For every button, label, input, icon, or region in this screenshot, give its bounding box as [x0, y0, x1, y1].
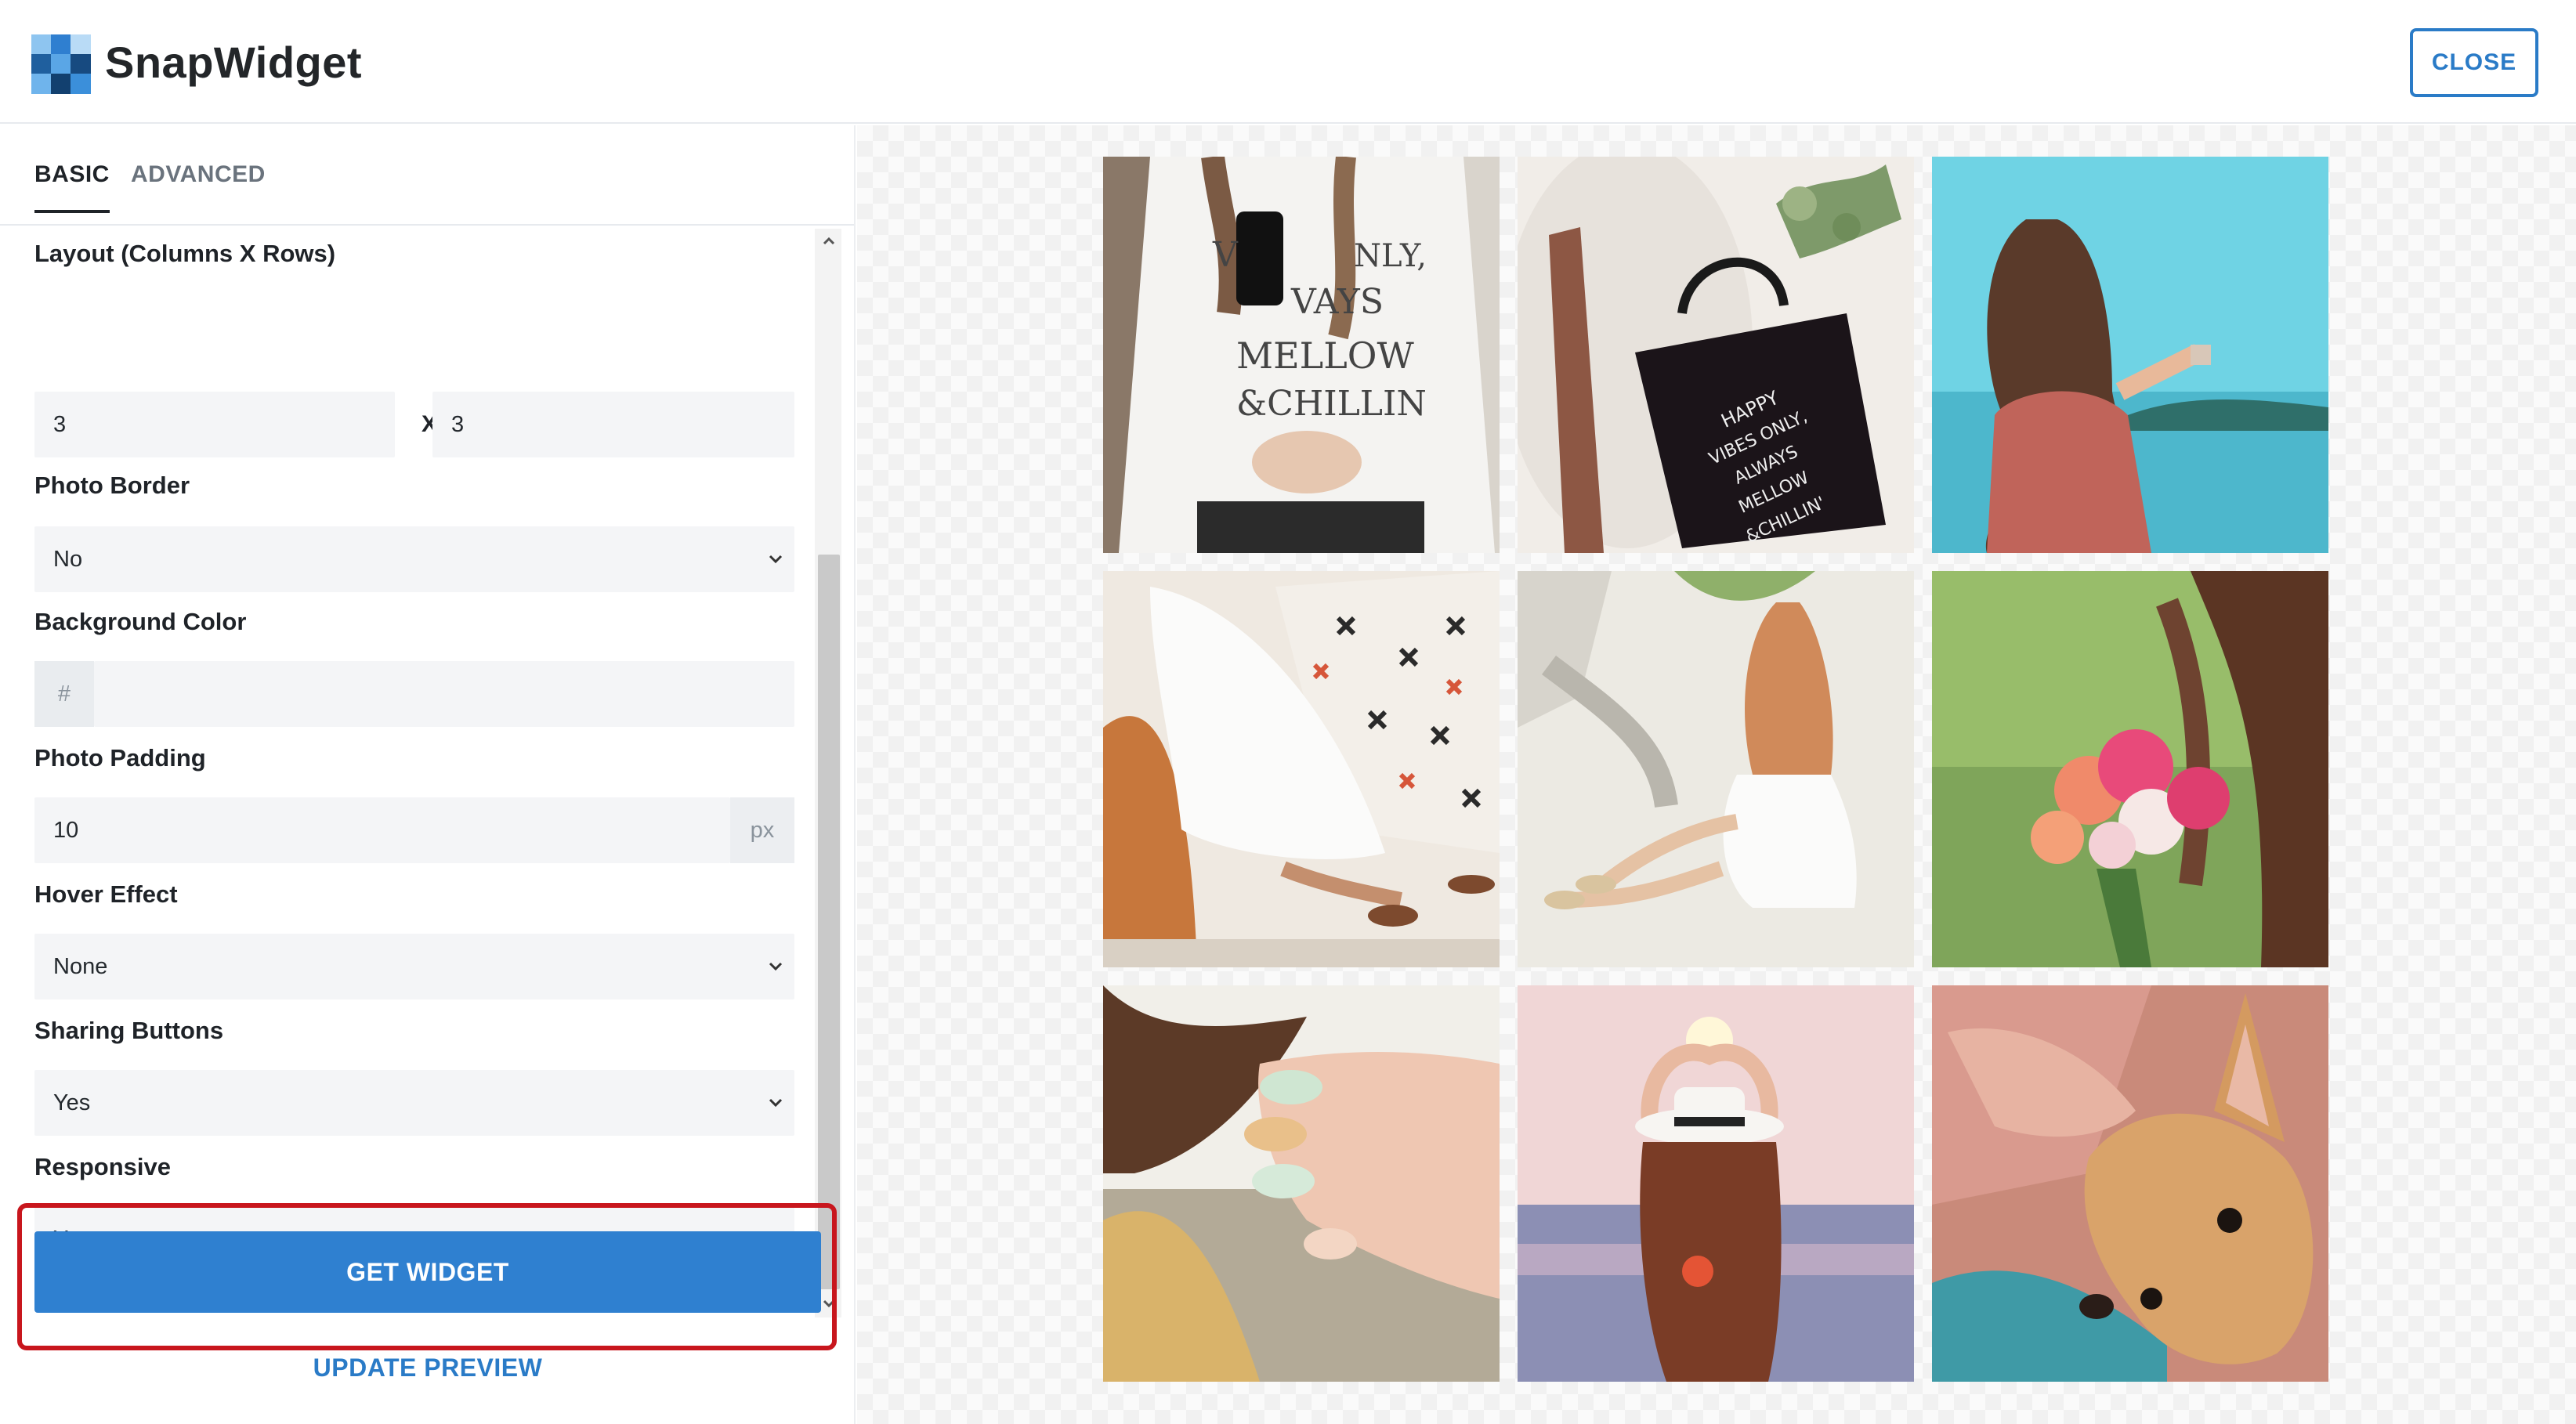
sharing-buttons-label: Sharing Buttons — [34, 1017, 224, 1044]
update-preview-link[interactable]: UPDATE PREVIEW — [34, 1354, 821, 1382]
photo-border-label: Photo Border — [34, 472, 190, 499]
form-scrollbar-thumb[interactable] — [818, 555, 840, 1289]
svg-text:VAYS: VAYS — [1290, 282, 1384, 322]
photo-4[interactable] — [1103, 571, 1500, 967]
photo-beach-sitting-image — [1518, 571, 1914, 967]
photo-1[interactable]: V NLY, VAYS MELLOW &CHILLIN — [1103, 157, 1500, 553]
responsive-label: Responsive — [34, 1153, 172, 1180]
layout-label: Layout (Columns X Rows) — [34, 240, 336, 267]
hover-effect-label: Hover Effect — [34, 880, 178, 908]
photo-padding-input[interactable]: 10 — [34, 797, 730, 863]
scroll-up-icon[interactable] — [818, 230, 840, 252]
photo-7[interactable] — [1103, 985, 1500, 1382]
photo-border-select[interactable]: No — [34, 526, 794, 592]
get-widget-button[interactable]: GET WIDGET — [34, 1231, 821, 1313]
chevron-down-icon — [769, 555, 783, 564]
photo-bouquet-image — [1932, 571, 2328, 967]
photo-6[interactable] — [1932, 571, 2328, 967]
photo-sunset-hat-image — [1518, 985, 1914, 1382]
svg-text:&CHILLIN: &CHILLIN — [1236, 384, 1427, 424]
brand-name: SnapWidget — [105, 38, 363, 87]
photo-9[interactable] — [1932, 985, 2328, 1382]
px-suffix: px — [730, 797, 794, 863]
widget-preview: V NLY, VAYS MELLOW &CHILLIN HAPPY VIBES … — [857, 125, 2576, 1424]
settings-form: Layout (Columns X Rows) 3 X 3 Photo Bord… — [34, 226, 794, 1316]
svg-text:NLY,: NLY, — [1354, 238, 1427, 274]
settings-panel: BASIC ADVANCED Layout (Columns X Rows) 3… — [0, 125, 856, 1424]
settings-tabs: BASIC ADVANCED — [0, 125, 854, 226]
photo-seaside-image — [1932, 157, 2328, 553]
sharing-buttons-value: Yes — [53, 1090, 91, 1115]
photo-sweatshirt-image: V NLY, VAYS MELLOW &CHILLIN — [1103, 157, 1500, 553]
svg-text:V: V — [1212, 235, 1239, 275]
tab-basic[interactable]: BASIC — [34, 161, 110, 213]
photo-white-dress-image — [1103, 571, 1500, 967]
photo-grid: V NLY, VAYS MELLOW &CHILLIN HAPPY VIBES … — [1103, 157, 2328, 1382]
top-bar: SnapWidget CLOSE — [0, 0, 2576, 124]
photo-8[interactable] — [1518, 985, 1914, 1382]
snapwidget-logo-icon — [31, 34, 91, 94]
svg-text:MELLOW: MELLOW — [1236, 334, 1414, 377]
close-button[interactable]: CLOSE — [2410, 28, 2538, 97]
photo-tote-bag-image: HAPPY VIBES ONLY, ALWAYS MELLOW &CHILLIN… — [1518, 157, 1914, 553]
rows-input[interactable]: 3 — [432, 392, 794, 457]
background-color-input[interactable] — [94, 661, 794, 727]
hover-effect-value: None — [53, 953, 108, 979]
photo-2[interactable]: HAPPY VIBES ONLY, ALWAYS MELLOW &CHILLIN… — [1518, 157, 1914, 553]
chevron-down-icon — [769, 1098, 783, 1108]
sharing-buttons-select[interactable]: Yes — [34, 1070, 794, 1136]
columns-input[interactable]: 3 — [34, 392, 395, 457]
photo-chihuahua-image — [1932, 985, 2328, 1382]
photo-3[interactable] — [1932, 157, 2328, 553]
photo-5[interactable] — [1518, 571, 1914, 967]
photo-padding-label: Photo Padding — [34, 744, 206, 772]
hash-prefix: # — [34, 661, 94, 727]
photo-nails-image — [1103, 985, 1500, 1382]
tab-advanced[interactable]: ADVANCED — [131, 161, 266, 188]
chevron-down-icon — [769, 962, 783, 971]
background-color-label: Background Color — [34, 608, 247, 635]
hover-effect-select[interactable]: None — [34, 934, 794, 999]
photo-border-value: No — [53, 546, 83, 572]
